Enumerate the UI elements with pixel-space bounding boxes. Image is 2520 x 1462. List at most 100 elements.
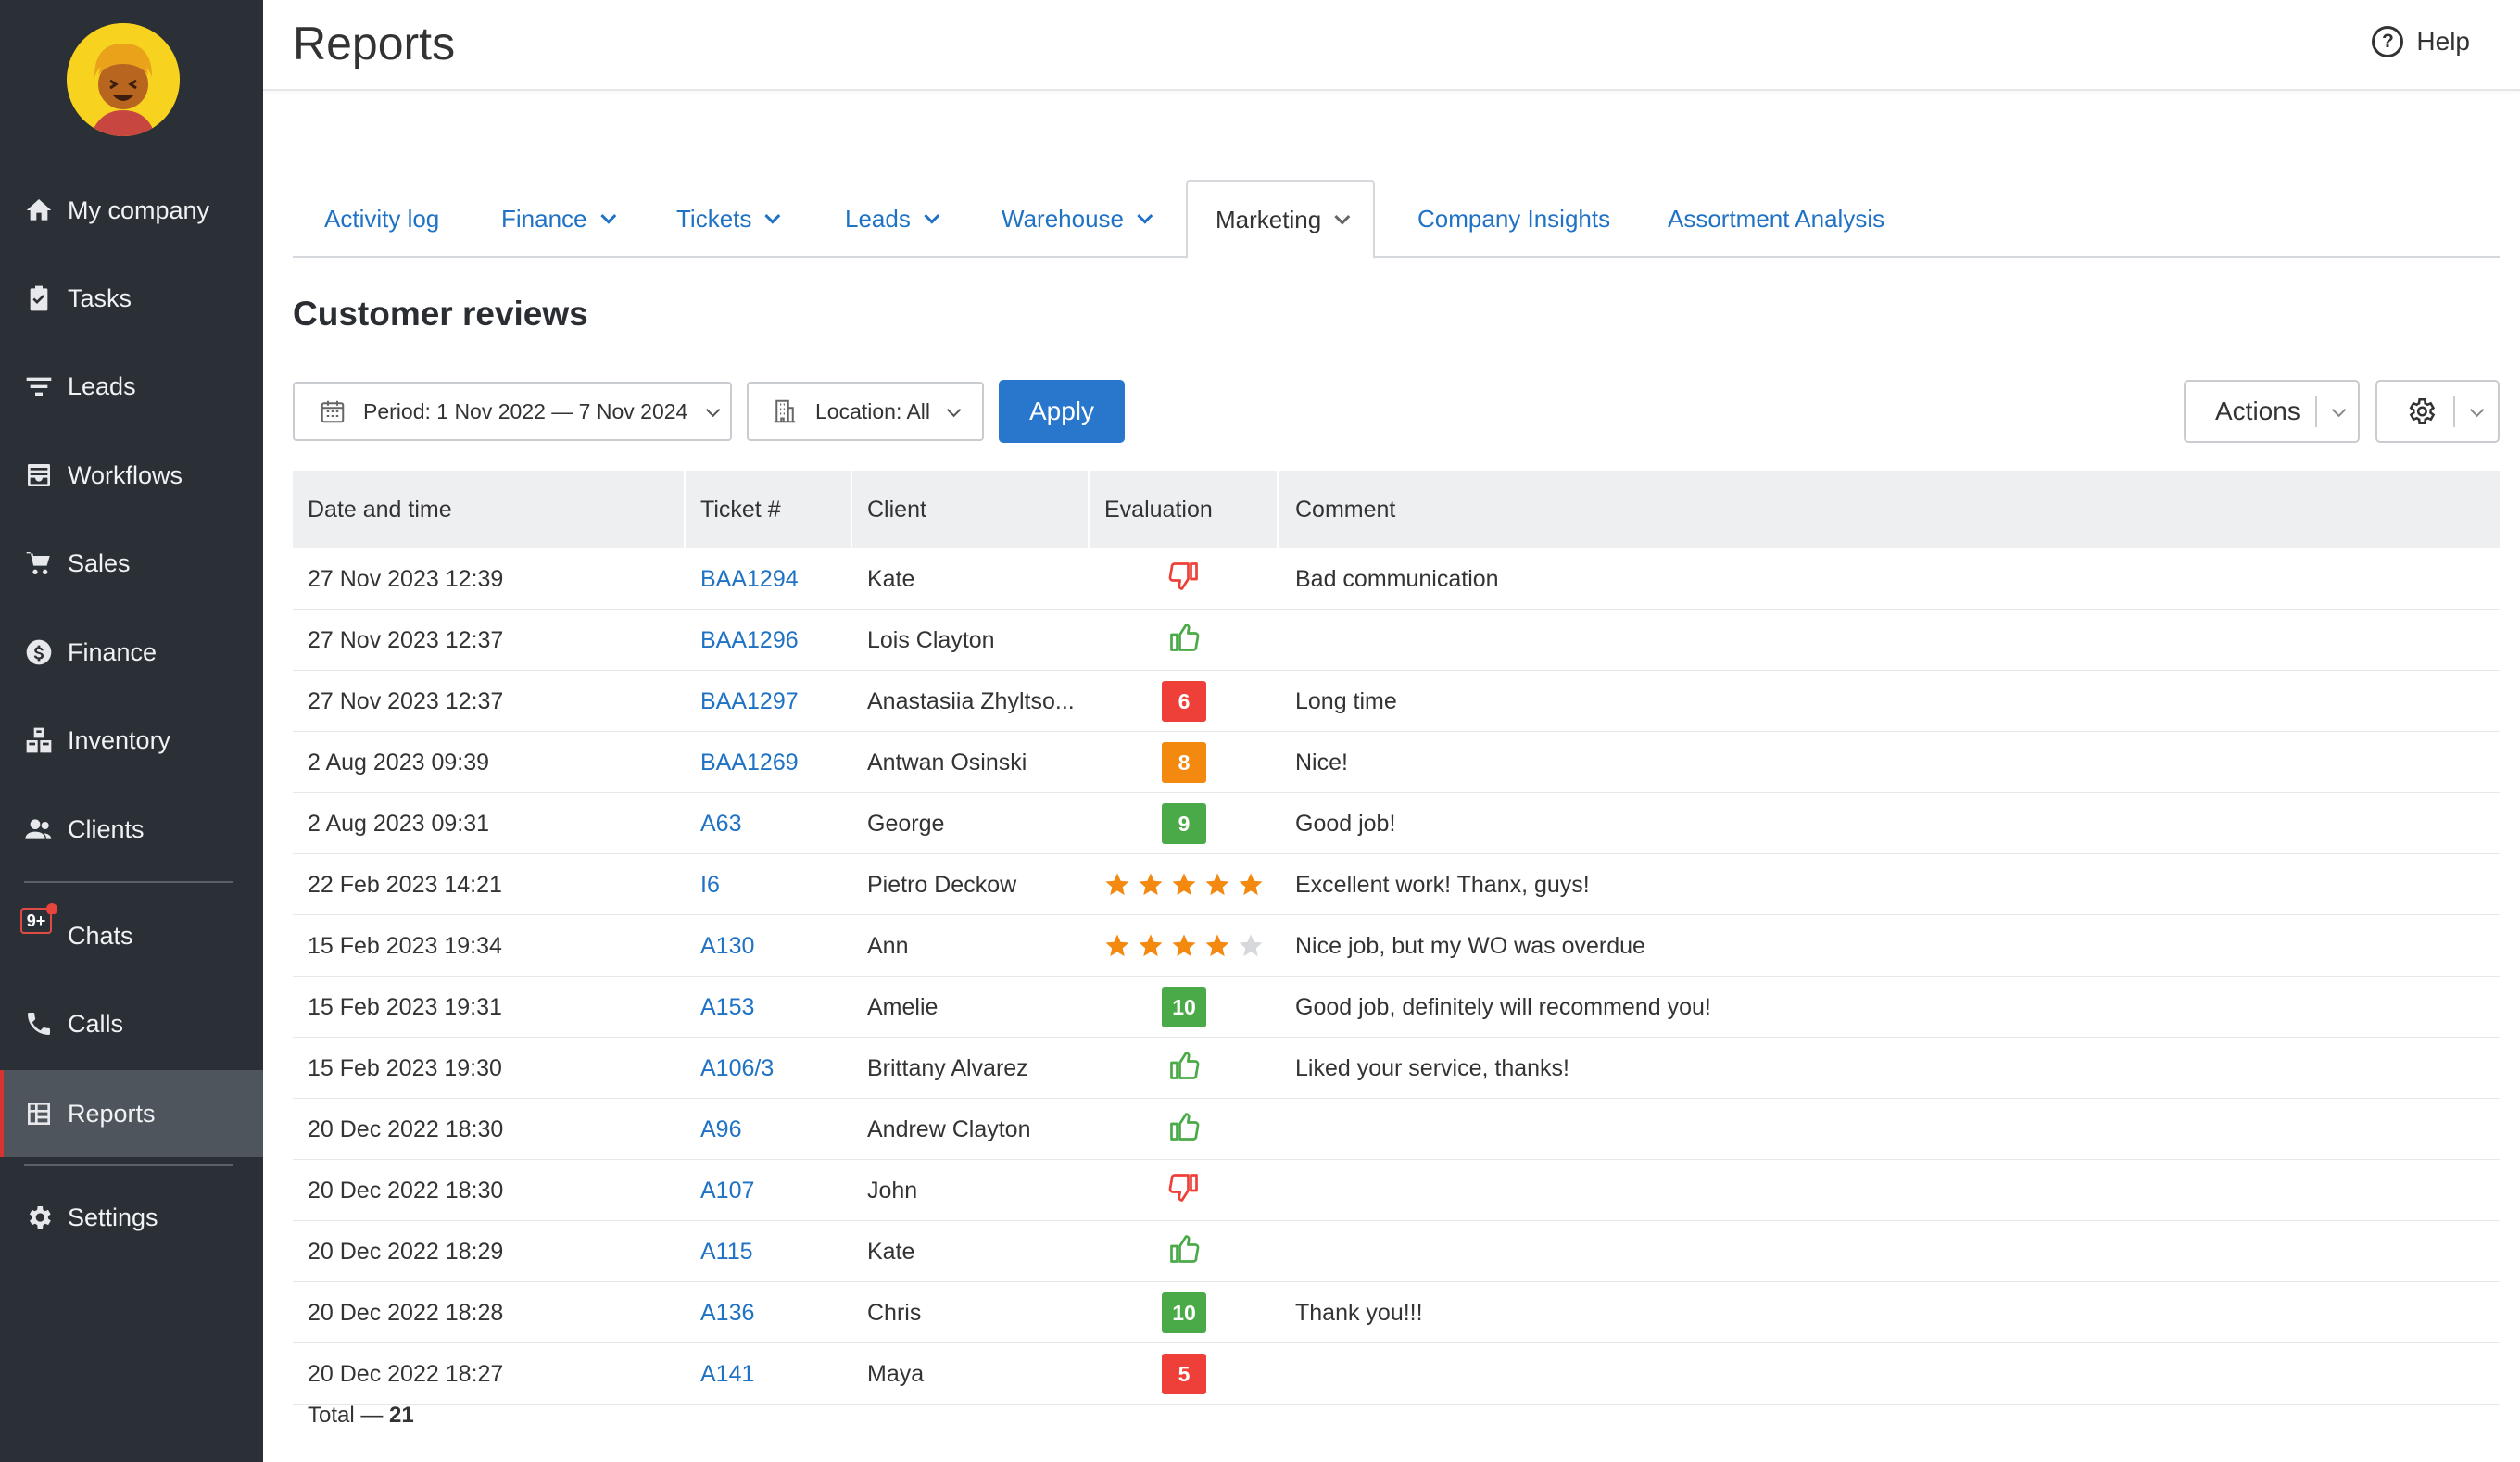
- table-row[interactable]: 2 Aug 2023 09:31 A63 George 9 Good job!: [293, 793, 2500, 854]
- star-icon: [1237, 932, 1265, 960]
- cell-date: 20 Dec 2022 18:29: [308, 1238, 504, 1265]
- tab-leads[interactable]: Leads: [845, 180, 940, 258]
- sidebar-item-inventory[interactable]: Inventory: [0, 697, 263, 784]
- period-filter[interactable]: Period: 1 Nov 2022 — 7 Nov 2024: [293, 382, 732, 441]
- cell-evaluation: [1090, 548, 1279, 610]
- cell-evaluation: [1090, 1099, 1279, 1160]
- column-header-date[interactable]: Date and time: [293, 471, 686, 548]
- actions-dropdown[interactable]: Actions: [2184, 380, 2360, 443]
- help-label: Help: [2416, 27, 2470, 56]
- sidebar-item-clients[interactable]: Clients: [0, 786, 263, 873]
- column-header-comment[interactable]: Comment: [1279, 471, 2500, 548]
- cell-ticket-link[interactable]: BAA1297: [686, 671, 852, 732]
- user-avatar[interactable]: [67, 23, 180, 136]
- star-icon: [1203, 932, 1231, 960]
- cell-ticket-link[interactable]: A141: [686, 1343, 852, 1405]
- phone-icon: [22, 1007, 56, 1040]
- thumbs-up-icon: [1167, 1232, 1201, 1272]
- chevron-down-icon: [2469, 402, 2485, 417]
- score-badge: 10: [1162, 987, 1206, 1027]
- star-icon: [1137, 871, 1165, 899]
- sidebar-item-chats[interactable]: 9+ Chats: [0, 892, 263, 979]
- table-row[interactable]: 27 Nov 2023 12:39 BAA1294 Kate Bad communic…: [293, 548, 2500, 610]
- table-row[interactable]: 15 Feb 2023 19:31 A153 Amelie 10 Good job, d…: [293, 977, 2500, 1038]
- cell-client: Antwan Osinski: [867, 749, 1027, 775]
- table-row[interactable]: 20 Dec 2022 18:28 A136 Chris 10 Thank you!!!: [293, 1282, 2500, 1343]
- cell-ticket-link[interactable]: I6: [686, 854, 852, 915]
- cell-date: 15 Feb 2023 19:31: [308, 993, 502, 1020]
- sidebar-item-finance[interactable]: Finance: [0, 609, 263, 696]
- cell-evaluation: [1090, 854, 1279, 915]
- page-title: Reports: [293, 18, 456, 69]
- thumbs-down-icon: [1167, 1171, 1201, 1211]
- help-button[interactable]: ? Help: [2372, 26, 2470, 57]
- table-row[interactable]: 15 Feb 2023 19:30 A106/3 Brittany Alvarez L…: [293, 1038, 2500, 1099]
- cell-comment: Excellent work! Thanx, guys!: [1295, 871, 1590, 898]
- table-row[interactable]: 20 Dec 2022 18:29 A115 Kate: [293, 1221, 2500, 1282]
- tab-assortment-analysis[interactable]: Assortment Analysis: [1668, 180, 1884, 258]
- table-row[interactable]: 22 Feb 2023 14:21 I6 Pietro Deckow Excellen…: [293, 854, 2500, 915]
- table-row[interactable]: 15 Feb 2023 19:34 A130 Ann Nice job, but my…: [293, 915, 2500, 977]
- table-row[interactable]: 20 Dec 2022 18:30 A96 Andrew Clayton: [293, 1099, 2500, 1160]
- tab-finance[interactable]: Finance: [501, 180, 616, 258]
- cell-comment: [1279, 610, 2500, 671]
- cell-ticket-link[interactable]: A115: [686, 1221, 852, 1282]
- home-icon: [22, 194, 56, 227]
- tab-label: Tickets: [676, 204, 752, 233]
- table-row[interactable]: 20 Dec 2022 18:30 A107 John: [293, 1160, 2500, 1221]
- cell-ticket-link[interactable]: BAA1294: [686, 548, 852, 610]
- table-row[interactable]: 2 Aug 2023 09:39 BAA1269 Antwan Osinski 8 Ni…: [293, 732, 2500, 793]
- sidebar-item-tasks[interactable]: Tasks: [0, 255, 263, 342]
- tab-company-insights[interactable]: Company Insights: [1418, 180, 1610, 258]
- scroll-fade: [293, 1429, 2500, 1445]
- sidebar-item-workflows[interactable]: Workflows: [0, 432, 263, 519]
- star-icon: [1103, 871, 1131, 899]
- cell-ticket-link[interactable]: BAA1269: [686, 732, 852, 793]
- calendar-icon: [319, 397, 346, 425]
- sidebar-item-sales[interactable]: Sales: [0, 520, 263, 607]
- cell-ticket-link[interactable]: A106/3: [686, 1038, 852, 1099]
- cell-ticket-link[interactable]: BAA1296: [686, 610, 852, 671]
- tab-warehouse[interactable]: Warehouse: [1002, 180, 1153, 258]
- cell-date: 20 Dec 2022 18:27: [308, 1360, 504, 1387]
- sidebar-item-calls[interactable]: Calls: [0, 980, 263, 1067]
- cell-ticket-link[interactable]: A63: [686, 793, 852, 854]
- sidebar-item-my-company[interactable]: My company: [0, 167, 263, 254]
- tab-label: Activity log: [324, 204, 440, 233]
- cell-date: 27 Nov 2023 12:39: [308, 565, 504, 592]
- cell-ticket-link[interactable]: A96: [686, 1099, 852, 1160]
- cell-client: Maya: [867, 1360, 925, 1387]
- sidebar-item-settings[interactable]: Settings: [0, 1174, 263, 1261]
- tab-tickets[interactable]: Tickets: [676, 180, 781, 258]
- unread-dot: [46, 903, 57, 914]
- cell-ticket-link[interactable]: A107: [686, 1160, 852, 1221]
- table-settings-button[interactable]: [2375, 380, 2500, 443]
- cart-icon: [22, 547, 56, 580]
- cell-comment: Liked your service, thanks!: [1295, 1054, 1569, 1081]
- column-header-ticket[interactable]: Ticket #: [686, 471, 852, 548]
- table-row[interactable]: 27 Nov 2023 12:37 BAA1297 Anastasiia Zhylt…: [293, 671, 2500, 732]
- cell-ticket-link[interactable]: A136: [686, 1282, 852, 1343]
- cell-ticket-link[interactable]: A130: [686, 915, 852, 977]
- star-icon: [1170, 871, 1198, 899]
- tab-activity-log[interactable]: Activity log: [324, 180, 439, 258]
- apply-button[interactable]: Apply: [999, 380, 1125, 443]
- cell-date: 15 Feb 2023 19:30: [308, 1054, 502, 1081]
- table-row[interactable]: 20 Dec 2022 18:27 A141 Maya 5: [293, 1343, 2500, 1405]
- cell-evaluation: 9: [1090, 793, 1279, 854]
- sidebar-item-reports[interactable]: Reports: [0, 1070, 263, 1157]
- sidebar-item-label: Leads: [68, 372, 136, 400]
- cell-ticket-link[interactable]: A153: [686, 977, 852, 1038]
- cell-date: 20 Dec 2022 18:30: [308, 1177, 504, 1204]
- divider: [2453, 396, 2455, 427]
- total-label: Total —: [308, 1403, 390, 1428]
- table-row[interactable]: 27 Nov 2023 12:37 BAA1296 Lois Clayton: [293, 610, 2500, 671]
- sidebar-item-leads[interactable]: Leads: [0, 343, 263, 430]
- chevron-down-icon: [706, 402, 721, 417]
- column-header-client[interactable]: Client: [852, 471, 1090, 548]
- location-filter[interactable]: Location: All: [747, 382, 984, 441]
- tab-marketing[interactable]: Marketing: [1186, 180, 1376, 259]
- tab-label: Marketing: [1216, 205, 1322, 233]
- sidebar-item-label: Reports: [68, 1099, 156, 1128]
- column-header-evaluation[interactable]: Evaluation: [1090, 471, 1279, 548]
